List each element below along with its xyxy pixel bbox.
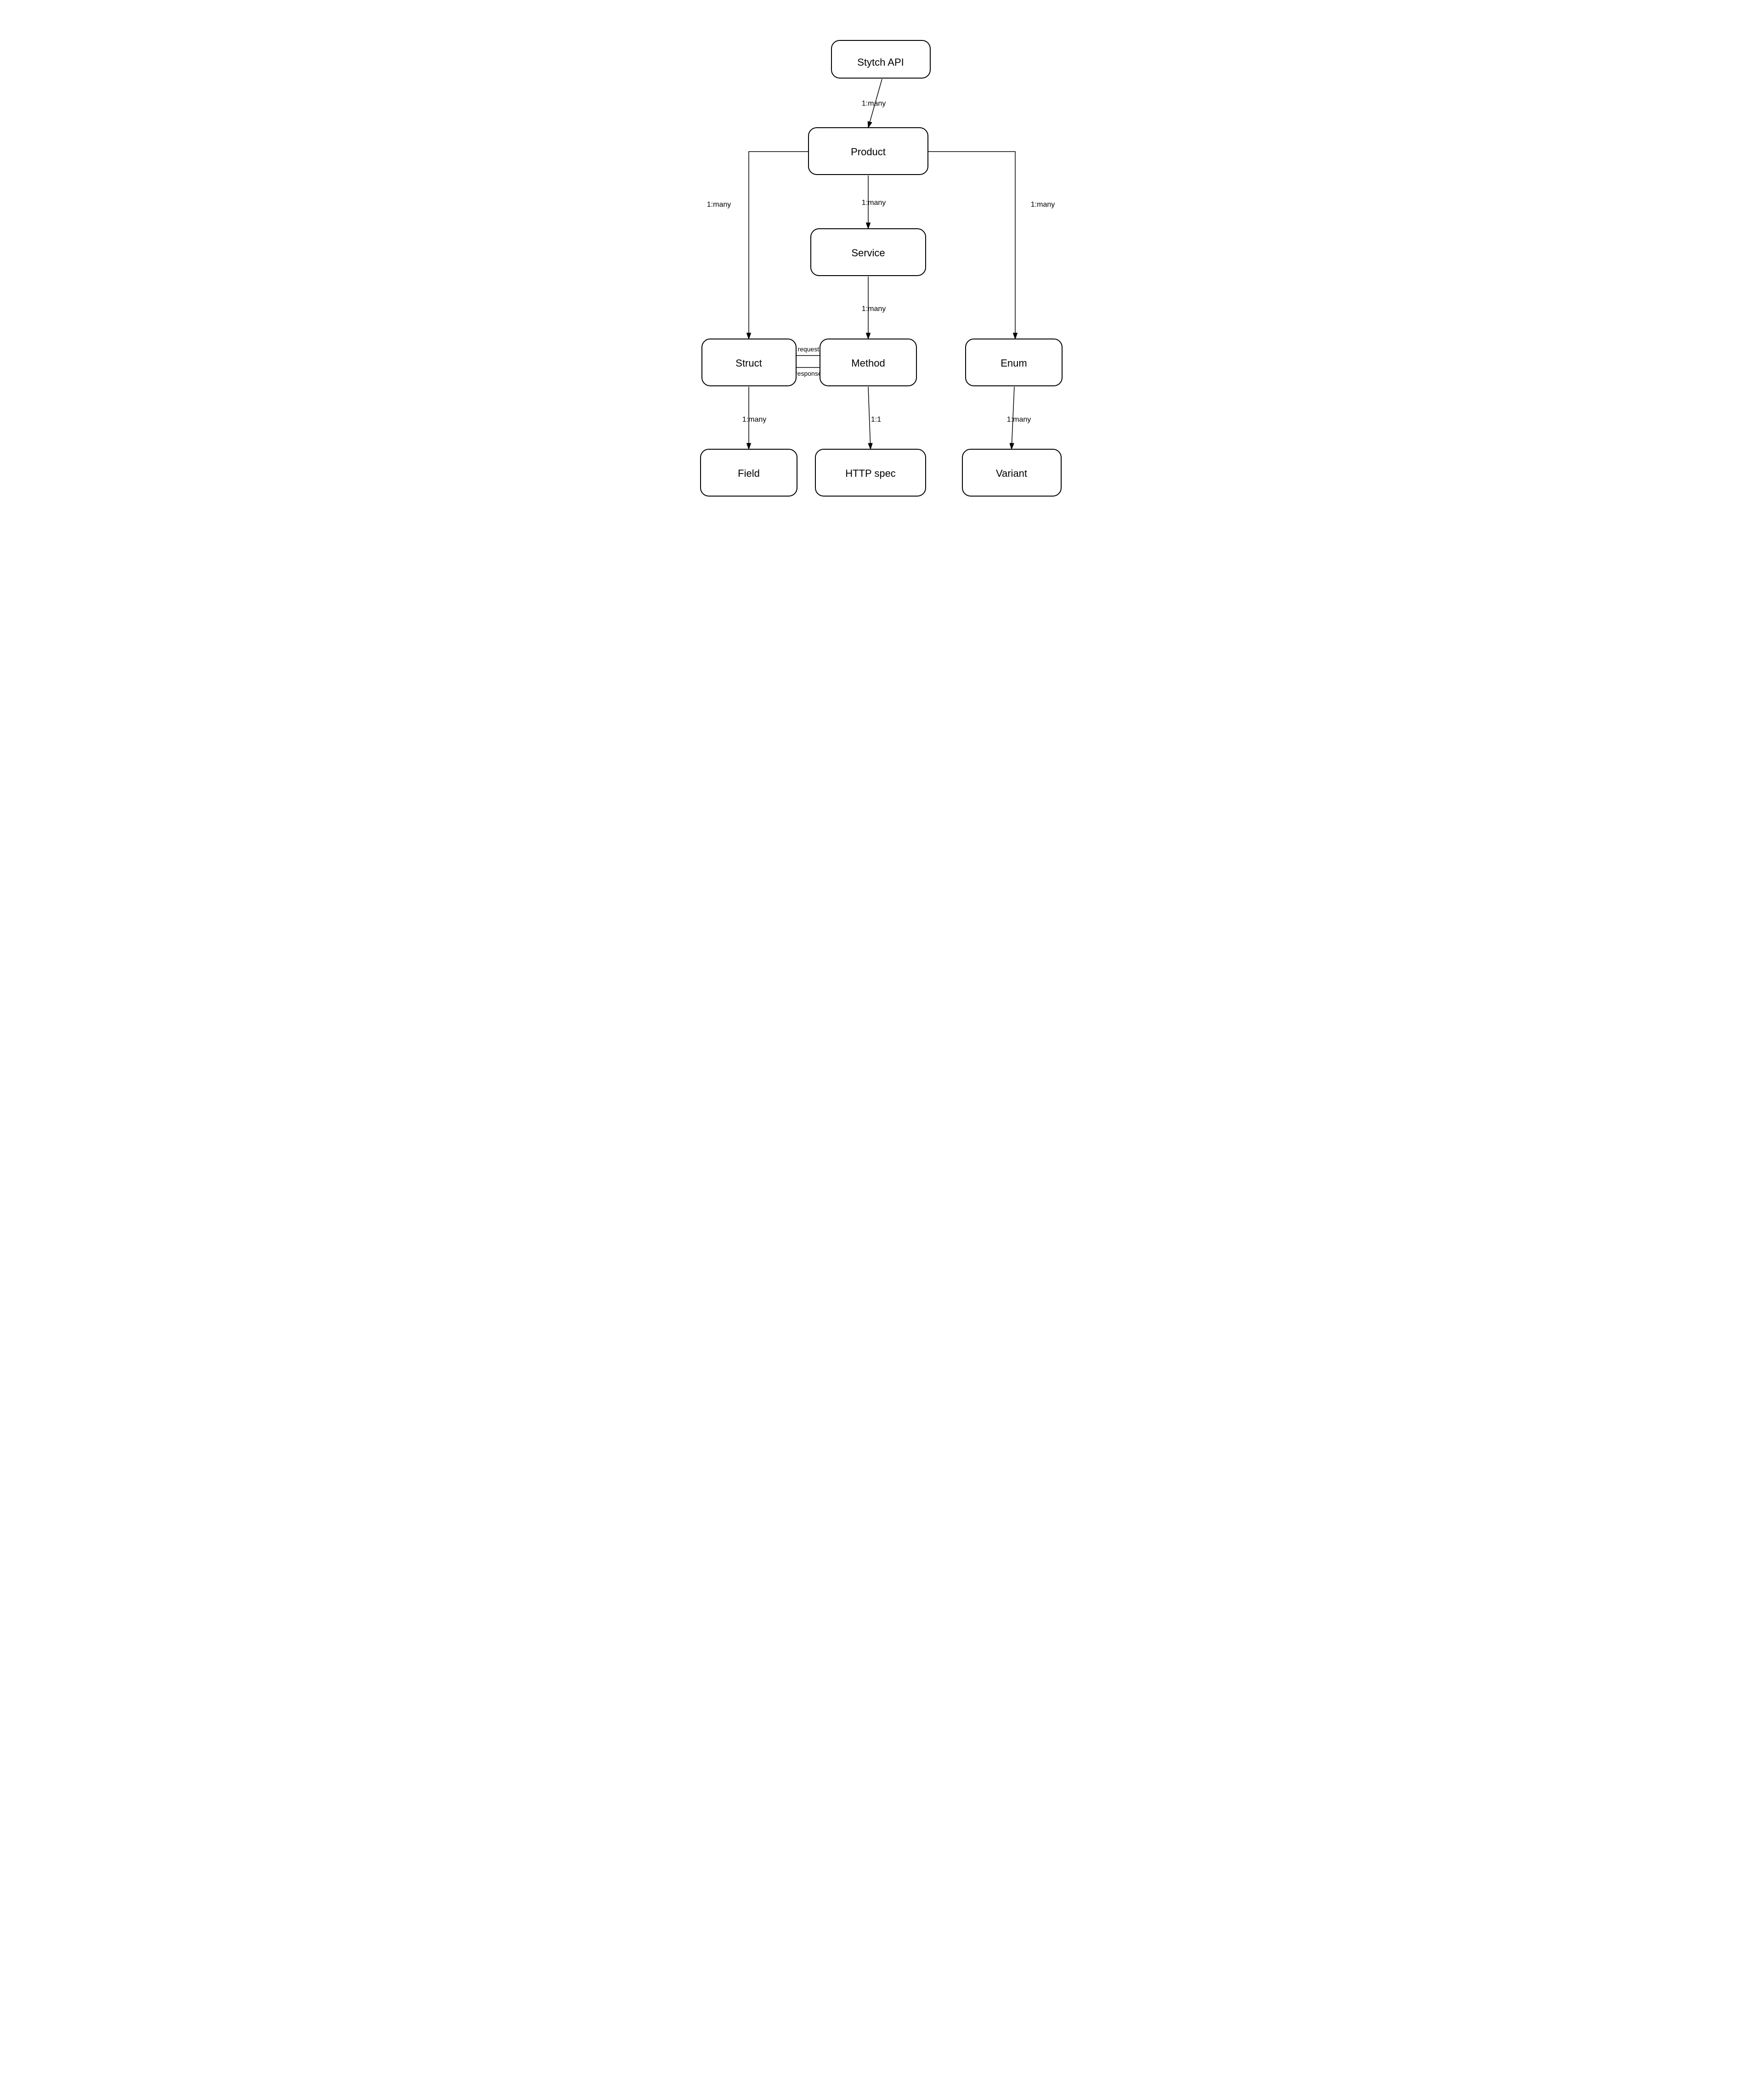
label-service-to-method: 1:many xyxy=(862,305,886,313)
label-enum: Enum xyxy=(1001,357,1027,369)
label-product-to-service: 1:many xyxy=(862,199,886,207)
label-stytch-api: Stytch API xyxy=(857,56,904,68)
label-http-spec: HTTP spec xyxy=(845,468,896,479)
label-product-to-struct: 1:many xyxy=(707,201,731,209)
label-struct-to-field: 1:many xyxy=(742,416,766,424)
label-struct: Struct xyxy=(735,357,762,369)
label-product-to-enum: 1:many xyxy=(1031,201,1055,209)
label-stytch-to-product: 1:many xyxy=(862,100,886,107)
label-product: Product xyxy=(851,146,886,158)
label-service: Service xyxy=(851,247,885,259)
diagram-svg: 1:many 1:many 1:many 1:many 1:many ←requ… xyxy=(675,18,1089,524)
label-enum-to-variant: 1:many xyxy=(1007,416,1031,424)
label-method-to-http: 1:1 xyxy=(871,416,881,424)
label-field: Field xyxy=(738,468,760,479)
label-variant: Variant xyxy=(996,468,1027,479)
diagram-container: 1:many 1:many 1:many 1:many 1:many ←requ… xyxy=(675,18,1089,524)
label-method: Method xyxy=(851,357,885,369)
